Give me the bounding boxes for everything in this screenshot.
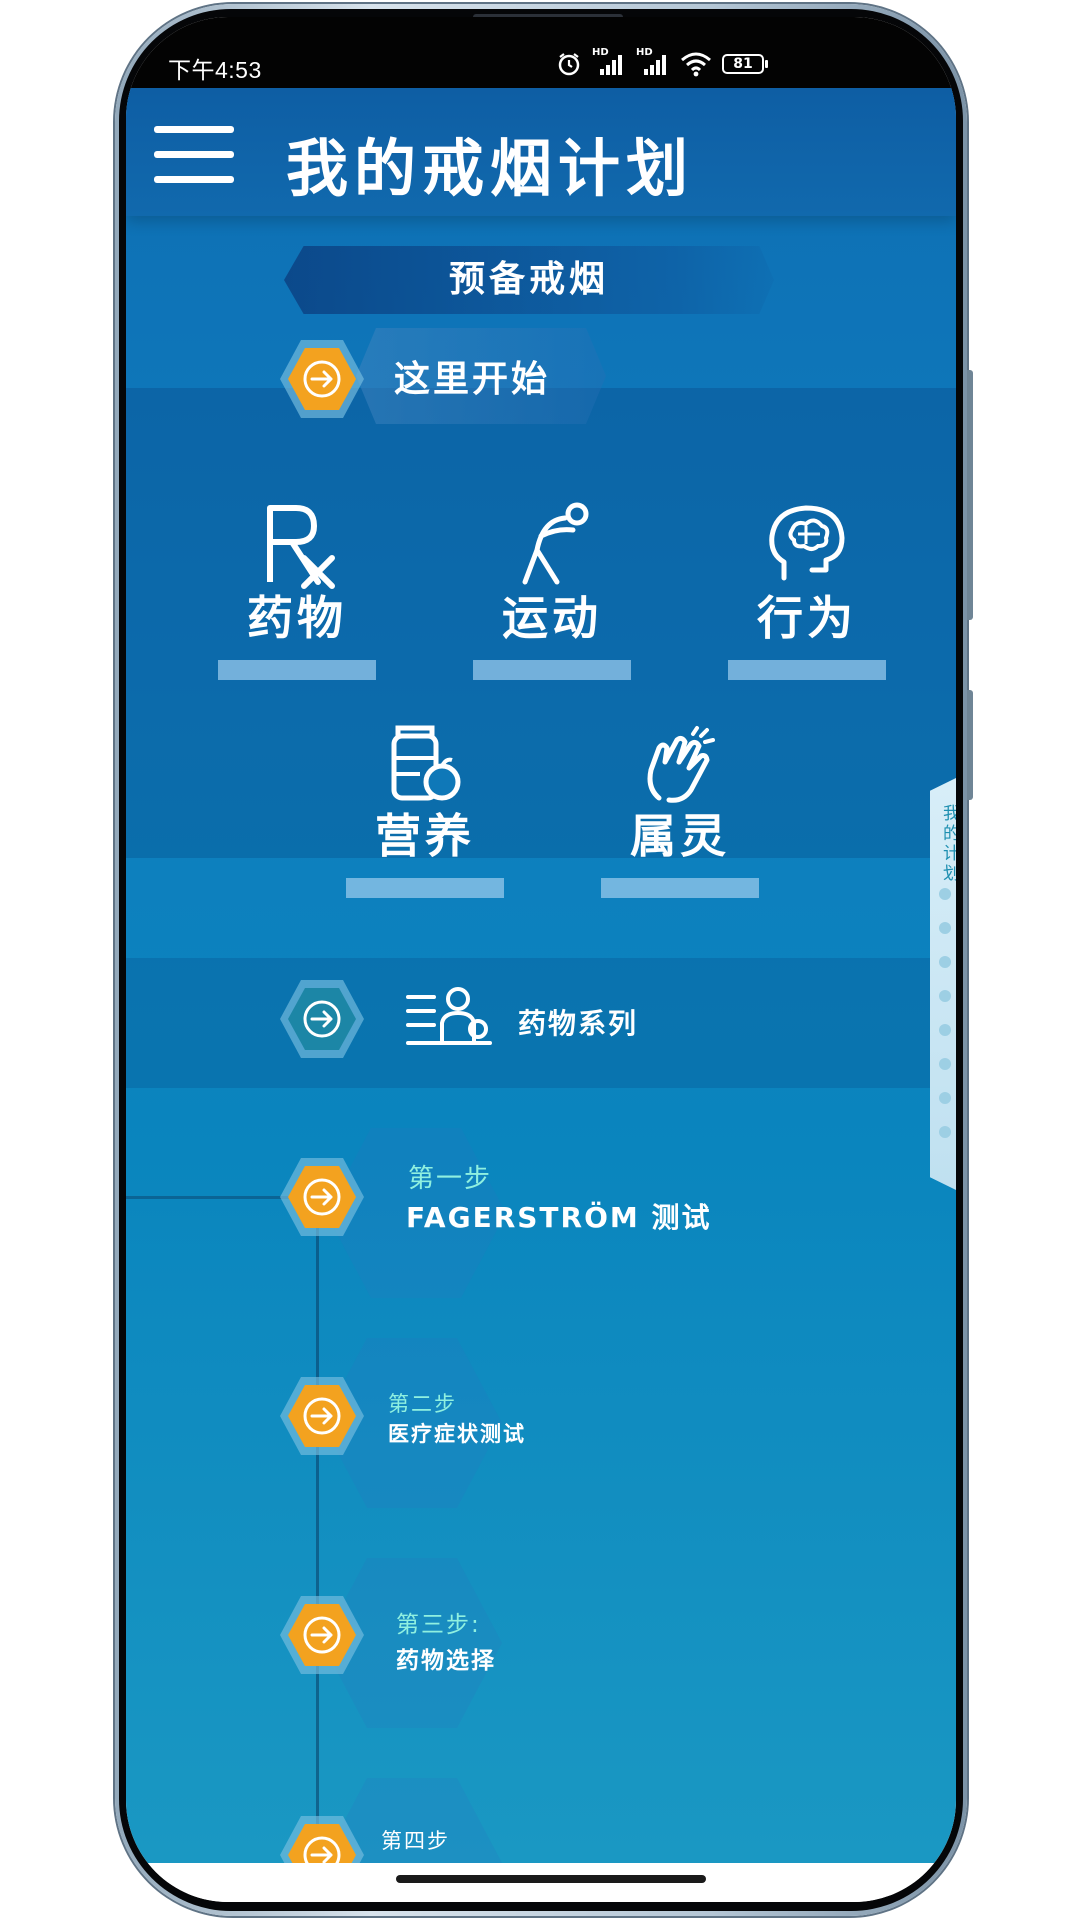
arrow-right-icon (303, 1836, 341, 1863)
step-3-title[interactable]: 药物选择 (396, 1641, 496, 1675)
step-3-number[interactable]: 第三步: (396, 1605, 481, 1639)
start-label[interactable]: 这里开始 (394, 350, 550, 402)
status-time: 下午4:53 (168, 57, 262, 83)
page-title: 我的戒烟计划 (286, 132, 695, 205)
menu-icon[interactable] (154, 126, 234, 184)
exercise-icon (522, 502, 589, 585)
signal-bars-icon (600, 55, 622, 75)
side-tab-dots (939, 888, 953, 1160)
wifi-icon (681, 52, 711, 77)
phase-label: 预备戒烟 (284, 246, 774, 314)
power-button (967, 690, 973, 800)
phone-screen: 下午4:53 HD HD 81 我的戒烟计划 预备戒烟 这里开始 药物 运动 行… (126, 17, 956, 1902)
category-behavior[interactable]: 行为 (728, 500, 886, 680)
category-bar (728, 660, 886, 680)
phone-bezel: 下午4:53 HD HD 81 我的戒烟计划 预备戒烟 这里开始 药物 运动 行… (119, 9, 963, 1911)
home-indicator[interactable] (396, 1875, 706, 1883)
side-tab-label[interactable]: 我的计划 (932, 804, 956, 884)
doctor-list-icon (406, 987, 492, 1045)
step-2-number[interactable]: 第二步 (388, 1388, 457, 1418)
arrow-right-icon (303, 1616, 341, 1654)
category-label: 药物 (247, 591, 347, 645)
status-bar: 下午4:53 HD HD 81 (126, 17, 956, 88)
series-label[interactable]: 药物系列 (518, 1002, 638, 1042)
category-nutrition[interactable]: 营养 (346, 718, 504, 898)
timeline-line (316, 1203, 319, 1863)
arrow-right-icon (303, 1178, 341, 1216)
step-2-title[interactable]: 医疗症状测试 (388, 1418, 526, 1448)
category-medication[interactable]: 药物 (218, 500, 376, 680)
step-1-number[interactable]: 第一步 (408, 1158, 492, 1195)
category-bar (218, 660, 376, 680)
arrow-right-icon (303, 360, 341, 398)
signal-bars-icon (644, 55, 666, 75)
step-1-title[interactable]: FAGERSTRÖM 测试 (406, 1196, 712, 1236)
category-spiritual[interactable]: 属灵 (601, 718, 759, 898)
battery-icon: 81 (722, 54, 768, 74)
app-content: 我的戒烟计划 预备戒烟 这里开始 药物 运动 行为 营养 属灵 药物系列 第一步… (126, 88, 956, 1863)
category-bar (346, 878, 504, 898)
alarm-icon (558, 53, 580, 76)
category-bar (601, 878, 759, 898)
praying-hands-icon (647, 726, 715, 803)
status-icons: HD HD 81 (556, 47, 768, 79)
category-label: 营养 (375, 809, 475, 863)
brain-icon (769, 505, 845, 581)
category-exercise[interactable]: 运动 (473, 500, 631, 680)
signal-2: HD (636, 47, 670, 77)
category-bar (473, 660, 631, 680)
arrow-right-icon (303, 1000, 341, 1038)
volume-button (967, 370, 973, 620)
step-4-number[interactable]: 第四步 (381, 1825, 450, 1855)
category-label: 行为 (757, 591, 857, 645)
category-label: 运动 (502, 591, 602, 645)
arrow-right-icon (303, 1397, 341, 1435)
rx-icon (267, 505, 335, 589)
nutrition-icon (391, 725, 461, 801)
signal-1: HD (592, 47, 626, 77)
category-label: 属灵 (630, 809, 730, 863)
app-header: 我的戒烟计划 (126, 88, 956, 216)
